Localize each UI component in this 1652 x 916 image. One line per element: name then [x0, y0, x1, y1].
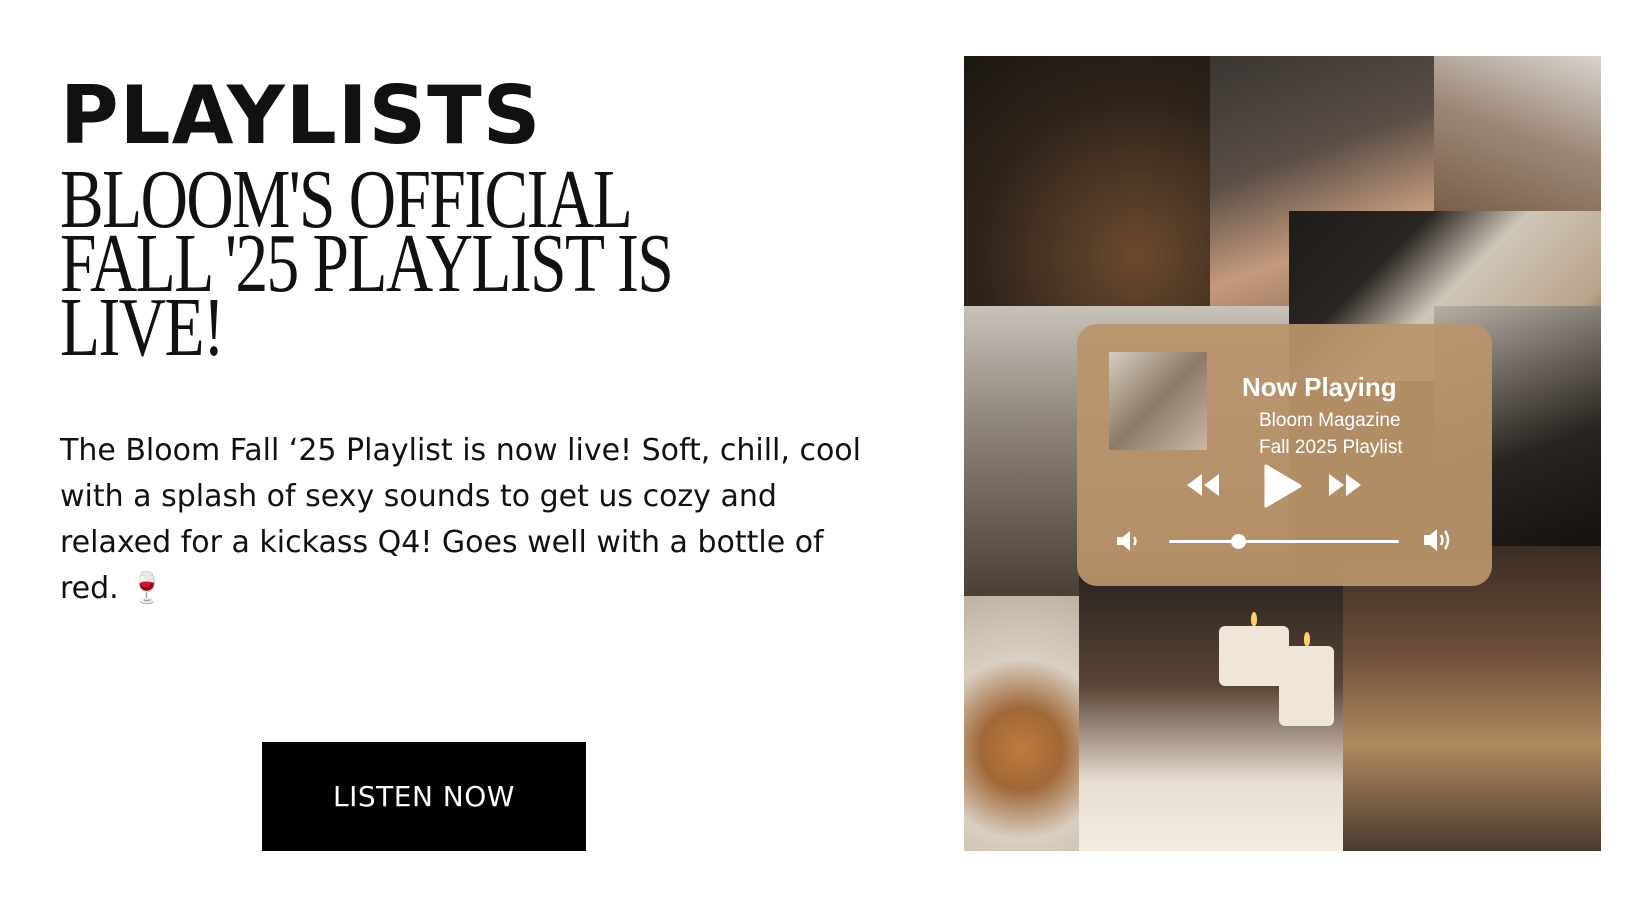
hero-text: PLAYLISTS BLOOM'S OFFICIAL FALL '25 PLAY…	[60, 69, 880, 370]
candle-flame	[1251, 612, 1257, 626]
volume-low-icon[interactable]	[1115, 528, 1141, 559]
candle-flame	[1304, 632, 1310, 646]
artist-name: Bloom Magazine	[1259, 410, 1401, 431]
collage-photo-bookstore	[1343, 546, 1601, 851]
rewind-icon[interactable]	[1185, 472, 1221, 503]
seek-bar[interactable]	[1169, 534, 1399, 549]
album-art	[1109, 352, 1207, 450]
section-label: PLAYLISTS	[60, 69, 542, 162]
now-playing-heading: Now Playing	[1242, 372, 1397, 402]
collage-photo-candles	[1079, 576, 1343, 851]
fast-forward-icon[interactable]	[1327, 472, 1363, 503]
collage-photo-leaves	[1434, 56, 1601, 211]
description-text: The Bloom Fall ‘25 Playlist is now live!…	[60, 433, 861, 606]
headline: BLOOM'S OFFICIAL FALL '25 PLAYLIST IS LI…	[60, 158, 809, 370]
play-icon[interactable]	[1262, 464, 1302, 513]
headline-line-3: LIVE!	[60, 281, 225, 374]
candle-shape	[1279, 646, 1334, 726]
listen-now-button[interactable]: LISTEN NOW	[262, 742, 586, 851]
description: The Bloom Fall ‘25 Playlist is now live!…	[60, 428, 880, 612]
collage-photo-maple-leaf	[964, 596, 1079, 851]
volume-high-icon[interactable]	[1422, 524, 1454, 561]
track-name: Fall 2025 Playlist	[1259, 437, 1403, 458]
wine-glass-icon: 🍷	[128, 571, 166, 606]
seek-knob[interactable]	[1231, 534, 1246, 549]
collage-photo-car	[964, 56, 1210, 306]
music-player: Now Playing Bloom Magazine Fall 2025 Pla…	[1077, 324, 1492, 586]
